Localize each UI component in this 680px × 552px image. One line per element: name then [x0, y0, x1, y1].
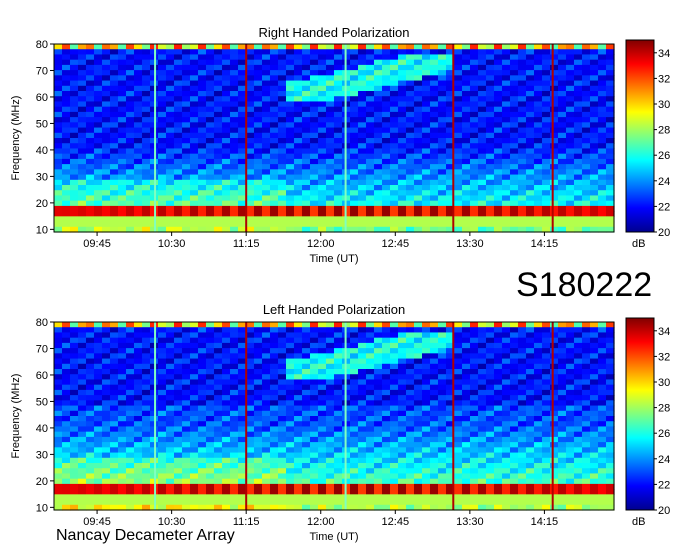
y-tick-label: 30	[36, 449, 48, 461]
y-tick-label: 30	[36, 171, 48, 183]
x-tick-label: 11:15	[233, 238, 260, 250]
y-tick-label: 20	[36, 198, 48, 210]
colorbar-tick-label: 32	[658, 351, 670, 363]
x-tick-label: 14:15	[531, 516, 559, 528]
colorbar-label: dB	[632, 516, 645, 528]
colorbar-tick-label: 26	[658, 428, 670, 440]
y-tick-label: 40	[36, 423, 48, 435]
colorbar-tick-label: 24	[658, 454, 670, 466]
colorbar-tick-label: 34	[658, 326, 670, 338]
chart-title: Left Handed Polarization	[263, 302, 405, 317]
colorbar-tick-label: 20	[658, 227, 670, 239]
chart-title: Right Handed Polarization	[258, 25, 409, 40]
event-id-label: S180222	[516, 266, 653, 304]
y-tick-label: 80	[36, 39, 48, 51]
left-polarization-panel: Left Handed Polarization 10 20 30 40 50 60 70 80…	[10, 302, 670, 543]
y-tick-label: 50	[36, 118, 48, 130]
colorbar-tick-label: 22	[658, 479, 670, 491]
x-tick-label: 12:00	[307, 238, 335, 250]
station-label: Nancay Decameter Array	[56, 527, 235, 544]
y-tick-label: 60	[36, 92, 48, 104]
colorbar-tick-label: 20	[658, 505, 670, 517]
x-tick-label: 12:00	[307, 516, 335, 528]
x-tick-label: 13:30	[456, 238, 484, 250]
colorbar	[625, 317, 655, 511]
x-tick-label: 09:45	[83, 238, 111, 250]
x-tick-label: 10:30	[158, 238, 186, 250]
right-polarization-panel: Right Handed Polarization 10 20 30 40 50 60 70 8…	[10, 25, 670, 265]
x-axis-label: Time (UT)	[309, 253, 358, 265]
heatmap-cells	[54, 322, 615, 511]
colorbar-tick-label: 32	[658, 73, 670, 85]
x-tick-label: 13:30	[456, 516, 484, 528]
colorbar-tick-label: 26	[658, 150, 670, 162]
y-tick-label: 70	[36, 65, 48, 77]
heatmap-cells	[54, 44, 615, 233]
colorbar	[625, 39, 655, 233]
colorbar-label: dB	[632, 238, 645, 250]
y-axis-label: Frequency (MHz)	[10, 374, 22, 459]
x-tick-label: 11:15	[233, 516, 260, 528]
colorbar-tick-label: 34	[658, 48, 670, 60]
x-tick-label: 14:15	[531, 238, 559, 250]
y-tick-label: 80	[36, 317, 48, 329]
y-axis-label: Frequency (MHz)	[10, 96, 22, 181]
colorbar-tick-label: 30	[658, 377, 670, 389]
colorbar-tick-label: 24	[658, 176, 670, 188]
colorbar-tick-label: 28	[658, 125, 670, 137]
y-tick-label: 50	[36, 396, 48, 408]
y-tick-label: 10	[36, 224, 48, 236]
x-tick-label: 12:45	[382, 516, 410, 528]
x-tick-label: 12:45	[382, 238, 410, 250]
x-axis-label: Time (UT)	[309, 531, 358, 543]
colorbar-tick-label: 28	[658, 403, 670, 415]
y-tick-label: 20	[36, 476, 48, 488]
colorbar-tick-label: 30	[658, 99, 670, 111]
y-tick-label: 10	[36, 502, 48, 514]
y-tick-label: 70	[36, 343, 48, 355]
y-tick-label: 40	[36, 145, 48, 157]
y-tick-label: 60	[36, 370, 48, 382]
colorbar-tick-label: 22	[658, 201, 670, 213]
